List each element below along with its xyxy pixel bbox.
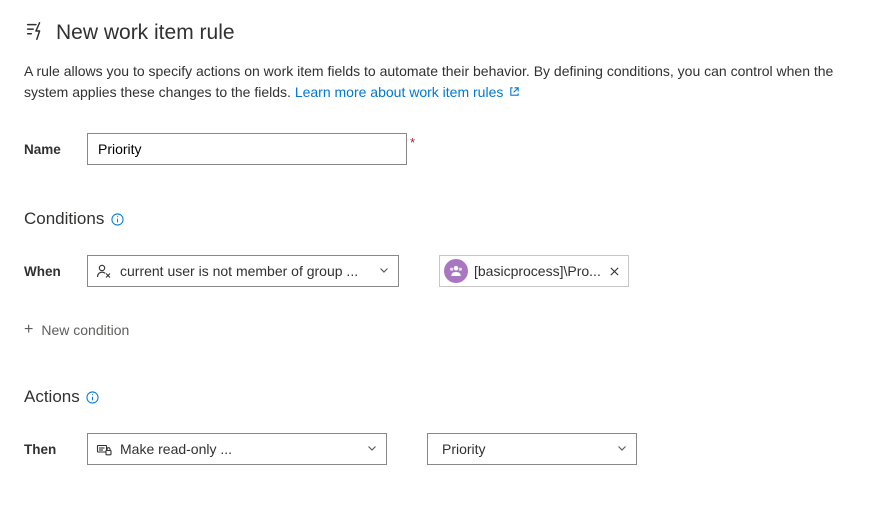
then-label: Then [24,442,87,457]
remove-tag-button[interactable] [607,264,622,279]
page-title: New work item rule [56,21,235,45]
chevron-down-icon [378,263,390,279]
condition-row: When current user is not member of group… [24,255,845,287]
user-x-icon [96,263,112,279]
chevron-down-icon [616,441,628,457]
condition-type-dropdown[interactable]: current user is not member of group ... [87,255,399,287]
info-icon[interactable] [86,390,100,404]
name-input[interactable] [87,133,407,165]
name-label: Name [24,142,87,157]
action-field-text: Priority [436,441,616,457]
add-condition-label: New condition [41,322,129,338]
page-header: New work item rule [24,20,845,45]
action-type-dropdown[interactable]: Make read-only ... [87,433,387,465]
when-label: When [24,264,87,279]
rule-icon [24,20,46,45]
info-icon[interactable] [110,212,124,226]
chevron-down-icon [366,441,378,457]
external-link-icon [509,82,520,103]
action-row: Then Make read-only ... Priority [24,433,845,465]
readonly-icon [96,441,112,457]
conditions-heading: Conditions [24,209,845,229]
add-condition-button[interactable]: + New condition [24,317,129,343]
conditions-title: Conditions [24,209,104,229]
group-tag-text: [basicprocess]\Pro... [474,263,601,279]
learn-more-link[interactable]: Learn more about work item rules [295,84,520,100]
plus-icon: + [24,321,33,339]
condition-type-text: current user is not member of group ... [120,263,378,279]
actions-heading: Actions [24,387,845,407]
page-description: A rule allows you to specify actions on … [24,61,844,103]
required-indicator: * [410,135,415,150]
actions-title: Actions [24,387,80,407]
group-tag: [basicprocess]\Pro... [439,255,629,287]
name-row: Name * [24,133,845,165]
action-type-text: Make read-only ... [120,441,366,457]
action-field-dropdown[interactable]: Priority [427,433,637,465]
group-avatar-icon [444,259,468,283]
